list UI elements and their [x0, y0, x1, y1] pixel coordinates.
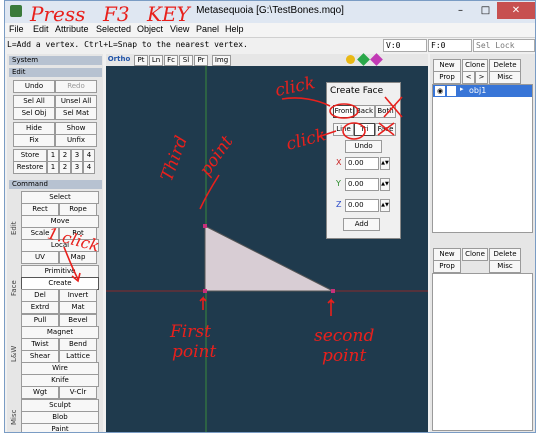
- annotation-key: KEY: [147, 2, 190, 26]
- annotation-first: First: [170, 322, 211, 342]
- annotation-press: Press: [30, 2, 86, 26]
- annotation-second: second: [314, 326, 375, 346]
- annotation-f3: F3: [103, 2, 130, 26]
- annotation-strokes: [63, 96, 403, 316]
- annotation-second-point: point: [322, 346, 367, 366]
- annotation-first-point: point: [172, 342, 217, 362]
